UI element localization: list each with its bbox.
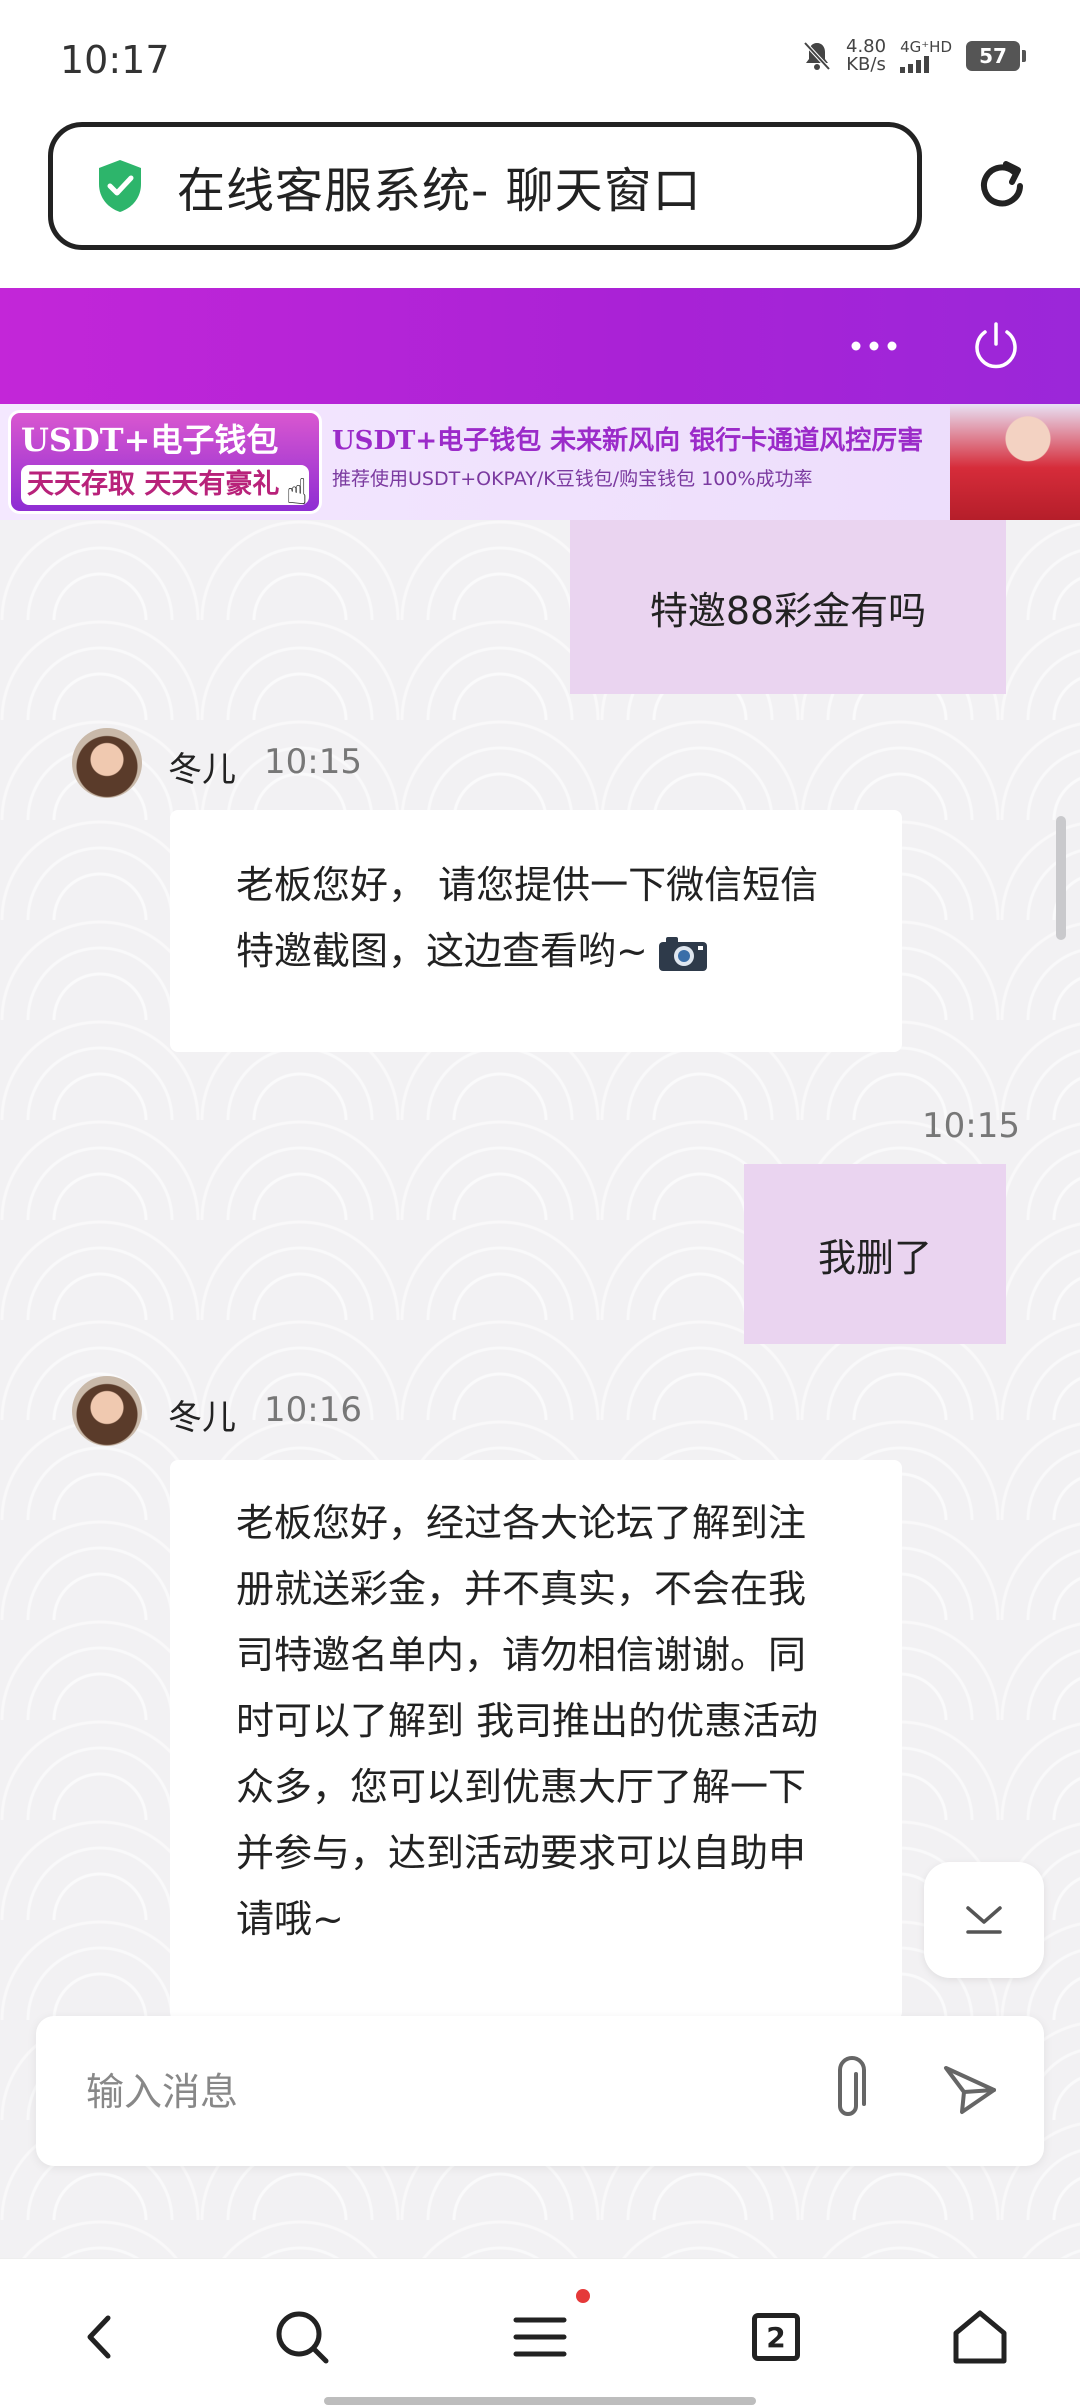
back-button[interactable] xyxy=(68,2305,132,2369)
pointing-hand-icon: ☝ xyxy=(286,472,308,513)
message-text: 特邀88彩金有吗 xyxy=(649,588,927,633)
refresh-icon[interactable] xyxy=(972,156,1032,216)
banner-model-image xyxy=(950,404,1080,520)
net-type: 4G⁺HD xyxy=(900,37,952,56)
scrollbar[interactable] xyxy=(1056,816,1066,940)
message-time: 10:16 xyxy=(264,1390,362,1430)
message-text: 老板您好， 请您提供一下微信短信特邀截图，这边查看哟~ xyxy=(236,863,819,973)
net-speed-unit: KB/s xyxy=(846,54,886,75)
more-icon[interactable] xyxy=(844,328,904,364)
avatar[interactable] xyxy=(72,728,142,798)
menu-button[interactable] xyxy=(508,2305,572,2369)
shield-check-icon xyxy=(99,160,141,212)
tabs-button[interactable]: 2 xyxy=(744,2305,808,2369)
battery-icon: 57 xyxy=(966,41,1026,71)
banner-badge: USDT+电子钱包 天天存取 天天有豪礼 xyxy=(8,410,322,514)
status-time: 10:17 xyxy=(60,38,170,82)
banner-left-title: USDT+电子钱包 xyxy=(21,421,279,459)
banner-left-slogan: 天天存取 天天有豪礼 xyxy=(21,465,309,505)
send-icon[interactable] xyxy=(940,2060,1000,2120)
outgoing-message: 我删了 xyxy=(744,1164,1006,1344)
chat-messages[interactable]: 特邀88彩金有吗 冬儿 10:15 老板您好， 请您提供一下微信短信特邀截图，这… xyxy=(0,520,1080,2260)
message-text: 老板您好，经过各大论坛了解到注册就送彩金，并不真实，不会在我司特邀名单内，请勿相… xyxy=(236,1501,819,1941)
sender-name: 冬儿 xyxy=(168,750,236,790)
address-bar[interactable]: 在线客服系统- 聊天窗口 xyxy=(48,122,922,250)
scroll-to-bottom-button[interactable] xyxy=(924,1862,1044,1978)
menu-icon xyxy=(513,2317,567,2357)
message-time: 10:15 xyxy=(264,742,362,782)
sender-name: 冬儿 xyxy=(168,1398,236,1438)
chevron-down-icon xyxy=(966,1906,1002,1934)
banner-headline: USDT+电子钱包 未来新风向 银行卡通道风控厉害 xyxy=(332,426,924,456)
banner-text: USDT+电子钱包 未来新风向 银行卡通道风控厉害 推荐使用USDT+OKPAY… xyxy=(332,420,952,496)
power-icon[interactable] xyxy=(968,318,1024,374)
signal-icon xyxy=(900,55,930,73)
mute-bell-icon xyxy=(803,41,831,71)
search-icon xyxy=(276,2311,329,2364)
chat-header xyxy=(0,288,1080,404)
browser-toolbar: 在线客服系统- 聊天窗口 xyxy=(0,118,1080,288)
page-title: 在线客服系统- 聊天窗口 xyxy=(177,163,702,219)
battery-level: 57 xyxy=(979,44,1007,68)
browser-bottom-nav: 2 xyxy=(0,2258,1080,2408)
home-indicator[interactable] xyxy=(324,2397,756,2405)
banner-subline: 推荐使用USDT+OKPAY/K豆钱包/购宝钱包 100%成功率 xyxy=(332,468,813,490)
status-bar: 10:17 4.80 KB/s 4G⁺HD 57 xyxy=(0,0,1080,118)
promo-banner[interactable]: USDT+电子钱包 天天存取 天天有豪礼 ☝ USDT+电子钱包 未来新风向 银… xyxy=(0,404,1080,520)
tabs-icon: 2 xyxy=(752,2313,800,2361)
message-input[interactable] xyxy=(86,2064,786,2120)
home-button[interactable] xyxy=(948,2305,1012,2369)
home-icon xyxy=(953,2310,1007,2364)
net-speed: 4.80 KB/s xyxy=(846,38,886,74)
status-icons: 4.80 KB/s 4G⁺HD 57 xyxy=(802,37,1026,74)
search-button[interactable] xyxy=(270,2305,334,2369)
back-icon xyxy=(87,2315,111,2359)
message-text: 我删了 xyxy=(817,1235,932,1280)
camera-icon xyxy=(658,936,707,971)
incoming-message: 老板您好，经过各大论坛了解到注册就送彩金，并不真实，不会在我司特邀名单内，请勿相… xyxy=(170,1460,902,2020)
paperclip-icon[interactable] xyxy=(820,2056,876,2126)
network-indicator: 4G⁺HD xyxy=(900,37,952,73)
message-time: 10:15 xyxy=(922,1106,1020,1146)
outgoing-message: 特邀88彩金有吗 xyxy=(570,520,1006,694)
tab-count: 2 xyxy=(766,2320,786,2354)
avatar[interactable] xyxy=(72,1376,142,1446)
incoming-message: 老板您好， 请您提供一下微信短信特邀截图，这边查看哟~ xyxy=(170,810,902,1052)
notification-dot xyxy=(576,2289,590,2303)
message-composer xyxy=(36,2016,1044,2166)
